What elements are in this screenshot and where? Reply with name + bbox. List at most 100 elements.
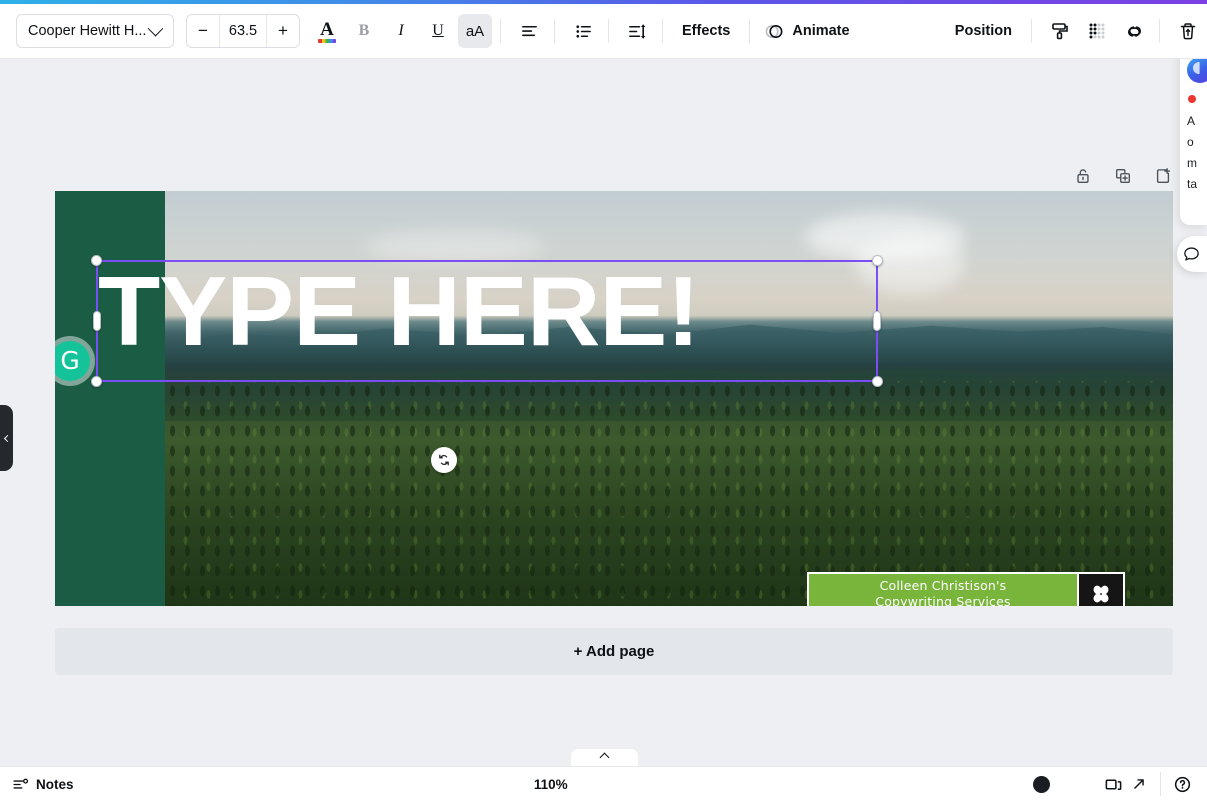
link-button[interactable] — [1117, 14, 1151, 48]
grid-view-button[interactable] — [1100, 771, 1126, 797]
add-page-button[interactable]: + Add page — [55, 628, 1173, 675]
brand-gradient-strip — [0, 0, 1207, 4]
letter-case-button[interactable]: aA — [458, 14, 492, 48]
animate-label: Animate — [792, 23, 850, 39]
status-bar: Notes 110% — [0, 766, 1207, 801]
link-icon — [1127, 25, 1141, 37]
comment-panel[interactable]: A o m ta — [1180, 47, 1207, 225]
toolbar-divider — [749, 19, 751, 43]
pages-grid-icon — [1105, 778, 1121, 790]
background-photo[interactable] — [165, 191, 1173, 606]
resize-handle-top-right[interactable] — [872, 255, 883, 266]
chevron-left-icon — [3, 434, 12, 442]
line-spacing-button[interactable] — [620, 14, 654, 48]
comment-line: ta — [1187, 177, 1198, 191]
underline-button[interactable]: U — [421, 14, 455, 48]
effects-button[interactable]: Effects — [671, 14, 741, 48]
duplicate-page-button[interactable] — [1110, 163, 1136, 189]
resize-handle-bottom-left[interactable] — [91, 376, 102, 387]
zoom-level[interactable]: 110% — [534, 777, 568, 792]
text-align-button[interactable] — [512, 14, 546, 48]
statusbar-divider — [1160, 772, 1161, 796]
sync-rotate-button[interactable] — [431, 447, 457, 473]
notes-label: Notes — [36, 776, 74, 792]
duplicate-icon — [1116, 169, 1130, 183]
toolbar-divider — [608, 19, 609, 43]
chevron-up-icon — [599, 752, 610, 763]
italic-icon: I — [398, 22, 404, 39]
text-color-button[interactable]: A — [310, 14, 344, 48]
transparency-button[interactable] — [1080, 14, 1114, 48]
add-page-icon — [1156, 168, 1171, 183]
clover-icon — [1093, 585, 1109, 602]
text-toolbar: Cooper Hewitt H... − 63.5 + A B I U aA E… — [0, 4, 1207, 59]
expand-arrow-icon — [1134, 779, 1144, 789]
font-size-increase-button[interactable]: + — [267, 15, 299, 47]
grammarly-g-icon: G — [60, 345, 80, 375]
badge-line-1: Colleen Christison's — [879, 578, 1007, 594]
font-family-label: Cooper Hewitt H... — [28, 23, 147, 39]
lock-page-button[interactable] — [1070, 163, 1096, 189]
trash-icon — [1180, 23, 1196, 40]
notes-icon — [13, 778, 29, 789]
paint-roller-button[interactable] — [1043, 14, 1077, 48]
comment-line: m — [1187, 156, 1197, 170]
resize-handle-top-left[interactable] — [91, 255, 102, 266]
font-size-input[interactable]: 63.5 — [219, 15, 267, 47]
help-button[interactable] — [1169, 771, 1195, 797]
badge-text-block: Colleen Christison's Copywriting Service… — [809, 574, 1077, 606]
notes-button[interactable]: Notes — [12, 776, 74, 793]
resize-handle-bottom-right[interactable] — [872, 376, 883, 387]
expand-panel-button[interactable] — [571, 749, 638, 766]
expand-button[interactable] — [1126, 771, 1152, 797]
status-badge — [1188, 95, 1196, 103]
animate-circles-icon — [765, 24, 783, 38]
badge-icon-block — [1077, 574, 1123, 606]
help-circle-icon — [1174, 776, 1190, 792]
fullscreen-toggle-button[interactable] — [1028, 771, 1054, 797]
toolbar-divider — [500, 19, 501, 43]
bold-icon: B — [358, 22, 370, 39]
delete-button[interactable] — [1171, 14, 1205, 48]
text-color-letter: A — [320, 18, 334, 40]
toolbar-divider — [1159, 19, 1160, 43]
color-swatch-icon — [318, 39, 336, 43]
comment-button[interactable] — [1177, 236, 1207, 272]
letter-case-icon: aA — [465, 22, 485, 40]
editor-workspace: TYPE HERE! G Colleen Christison's Copywr… — [0, 59, 1207, 766]
align-left-icon — [521, 25, 537, 36]
toolbar-divider — [554, 19, 555, 43]
font-size-decrease-button[interactable]: − — [187, 15, 219, 47]
refresh-icon — [439, 454, 449, 466]
logo-badge[interactable]: Colleen Christison's Copywriting Service… — [807, 572, 1125, 606]
line-spacing-icon — [628, 24, 645, 38]
toolbar-divider — [662, 19, 663, 43]
chevron-down-icon — [147, 20, 164, 36]
bullet-list-icon — [575, 24, 591, 38]
font-family-select[interactable]: Cooper Hewitt H... — [16, 14, 174, 48]
add-page-icon-button[interactable] — [1150, 163, 1176, 189]
position-button[interactable]: Position — [944, 14, 1023, 48]
design-page[interactable]: TYPE HERE! G Colleen Christison's Copywr… — [55, 191, 1173, 606]
collapse-sidebar-button[interactable] — [0, 405, 13, 471]
underline-icon: U — [432, 22, 444, 39]
avatar — [1187, 57, 1207, 83]
transparency-icon — [1089, 23, 1105, 39]
bold-button[interactable]: B — [347, 14, 381, 48]
italic-button[interactable]: I — [384, 14, 418, 48]
page-tools — [1070, 163, 1176, 189]
comment-bubble-icon — [1184, 246, 1199, 261]
bullet-list-button[interactable] — [566, 14, 600, 48]
font-size-stepper: − 63.5 + — [186, 14, 300, 48]
text-selection-frame — [91, 255, 883, 387]
animate-button[interactable]: Animate — [758, 14, 860, 48]
comment-line: A — [1187, 114, 1196, 128]
lock-open-icon — [1077, 169, 1089, 183]
badge-line-2: Copywriting Services — [875, 593, 1011, 607]
resize-handle-middle-left[interactable] — [93, 311, 101, 331]
resize-handle-middle-right[interactable] — [873, 311, 881, 331]
dark-circle-icon — [1032, 775, 1050, 793]
green-sidebar-shape[interactable] — [55, 191, 165, 606]
paint-roller-icon — [1052, 23, 1068, 40]
comment-line: o — [1187, 135, 1194, 149]
